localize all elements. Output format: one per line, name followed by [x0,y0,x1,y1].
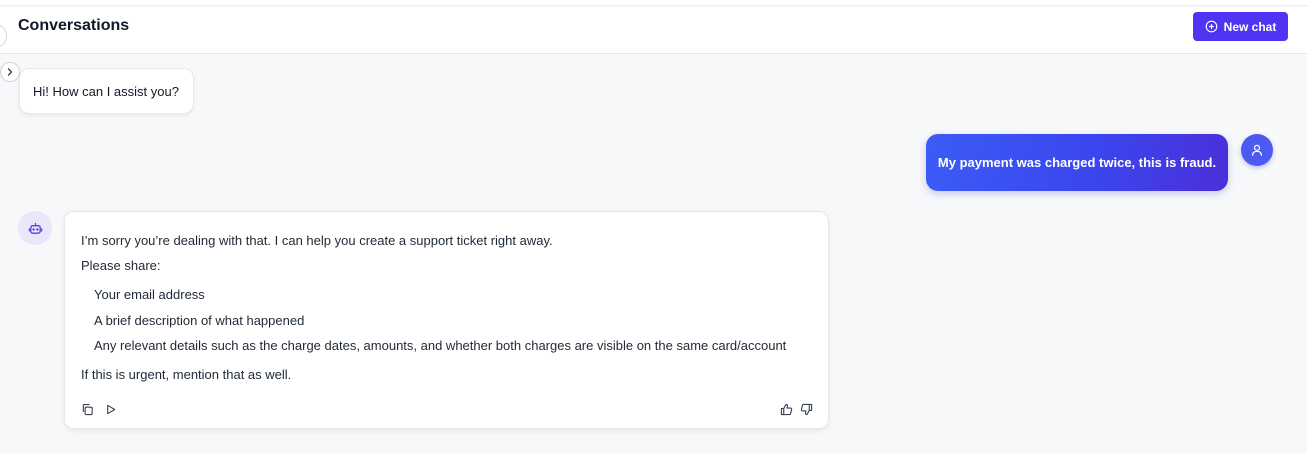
copy-button[interactable] [79,401,95,417]
thumbs-up-icon [780,403,793,416]
read-aloud-button[interactable] [102,401,118,417]
plus-circle-icon [1205,20,1218,33]
top-strip [0,0,1307,6]
assistant-greeting-bubble: Hi! How can I assist you? [19,68,194,114]
new-chat-label: New chat [1223,19,1277,34]
response-intro: I’m sorry you’re dealing with that. I ca… [81,233,553,248]
thumbs-up-button[interactable] [778,401,794,417]
sidebar-toggle-button[interactable] [0,62,20,82]
response-prompt: Please share: [81,258,161,273]
list-item: A brief description of what happened [94,313,305,328]
list-item: Any relevant details such as the charge … [94,338,787,353]
chevron-right-icon [5,67,15,77]
user-message-text: My payment was charged twice, this is fr… [937,155,1217,170]
list-item: Your email address [94,287,205,302]
header-bar: Conversations New chat [0,7,1307,54]
user-avatar [1241,134,1273,166]
page-title: Conversations [18,17,130,34]
user-message-bubble: My payment was charged twice, this is fr… [926,134,1228,191]
thumbs-down-button[interactable] [798,401,814,417]
robot-icon [28,221,43,236]
greeting-text: Hi! How can I assist you? [33,83,179,99]
bot-avatar [18,211,52,245]
copy-icon [81,403,94,416]
new-chat-button[interactable]: New chat [1193,12,1288,41]
response-closing: If this is urgent, mention that as well. [81,367,292,382]
assistant-response-bubble: I’m sorry you’re dealing with that. I ca… [64,211,829,429]
play-icon [104,403,117,416]
thumbs-down-icon [800,403,813,416]
user-icon [1250,143,1264,157]
